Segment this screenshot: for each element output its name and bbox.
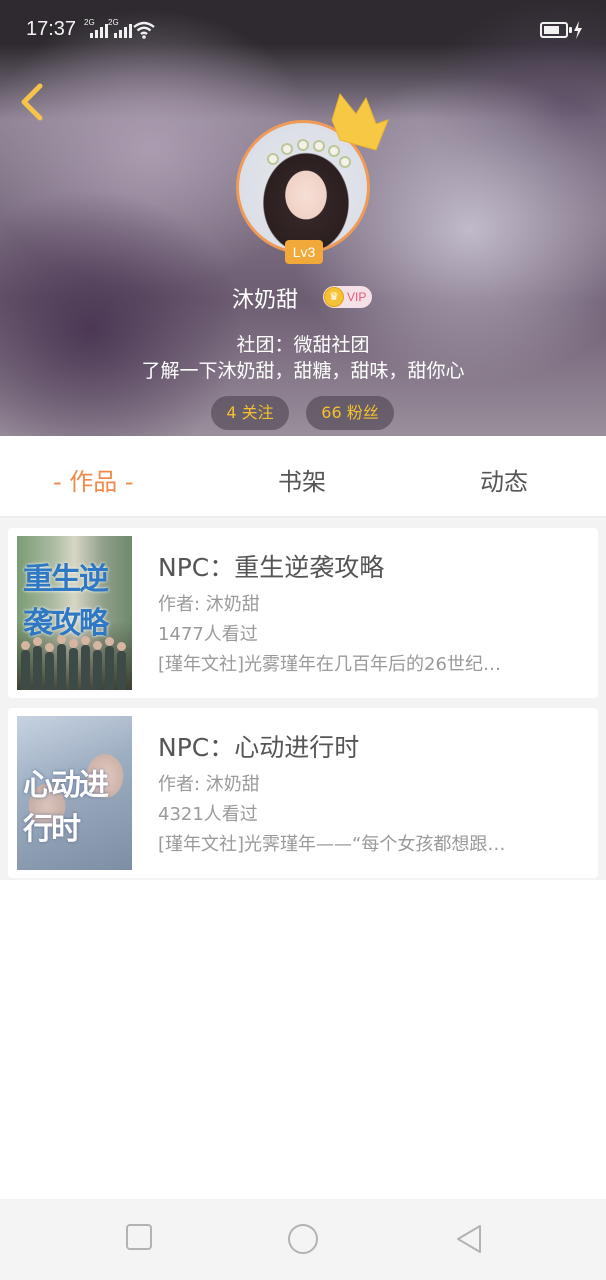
tab-activity[interactable]: 动态 [480, 462, 528, 497]
work-title: NPC：重生逆袭攻略 [158, 553, 385, 582]
work-author: 作者: 沐奶甜 [158, 774, 260, 795]
work-views: 1477人看过 [158, 624, 258, 645]
chevron-left-icon[interactable] [16, 82, 46, 122]
system-nav-bar [0, 1199, 606, 1280]
works-list: 重生逆袭攻略 NPC：重生逆袭攻略 作者: 沐奶甜 1477人看过 [瑾年文社]… [0, 518, 606, 880]
charging-icon [574, 21, 582, 39]
profile-description: 了解一下沐奶甜，甜糖，甜味，甜你心 [141, 360, 465, 382]
square-icon[interactable] [125, 1223, 153, 1251]
tab-works[interactable]: - 作品 - [53, 462, 134, 497]
tab-bar: - 作品 - 书架 动态 [0, 436, 606, 518]
cover-title: 心动进行时 [23, 768, 109, 847]
signal-icon: 2G [108, 18, 132, 38]
status-time: 17:37 [26, 18, 77, 40]
crown-icon [331, 92, 389, 151]
triangle-left-icon[interactable] [454, 1223, 484, 1255]
work-author: 作者: 沐奶甜 [158, 594, 260, 615]
following-count-button[interactable]: 4 关注 [211, 396, 289, 430]
profile-name: 沐奶甜 [232, 288, 299, 313]
circle-icon[interactable] [287, 1223, 319, 1255]
club-text: 社团：微甜社团 [236, 334, 370, 356]
vip-label: VIP [347, 290, 367, 304]
level-badge: Lv3 [285, 240, 323, 264]
status-bar: 17:37 2G 2G [0, 0, 606, 44]
wifi-icon [133, 21, 155, 39]
vip-badge[interactable]: VIP [323, 286, 373, 308]
fans-count-button[interactable]: 66 粉丝 [306, 396, 394, 430]
vip-crown-icon [324, 287, 344, 307]
work-views: 4321人看过 [158, 804, 258, 825]
list-item[interactable]: 重生逆袭攻略 NPC：重生逆袭攻略 作者: 沐奶甜 1477人看过 [瑾年文社]… [8, 528, 598, 698]
book-cover: 心动进行时 [17, 716, 132, 870]
profile-header: 17:37 2G 2G Lv3 沐奶甜 ♛ VIP 社团：微甜社团 了解一下沐奶… [0, 0, 606, 436]
book-cover: 重生逆袭攻略 [17, 536, 132, 690]
battery-icon [540, 22, 572, 38]
tab-bookshelf[interactable]: 书架 [278, 462, 326, 497]
work-title: NPC：心动进行时 [158, 733, 360, 762]
list-item[interactable]: 心动进行时 NPC：心动进行时 作者: 沐奶甜 4321人看过 [瑾年文社]光霁… [8, 708, 598, 878]
work-summary: [瑾年文社]光霁瑾年——“每个女孩都想跟… [158, 834, 506, 855]
work-summary: [瑾年文社]光雾瑾年在几百年后的26世纪… [158, 654, 501, 675]
signal-icon: 2G [84, 18, 108, 38]
